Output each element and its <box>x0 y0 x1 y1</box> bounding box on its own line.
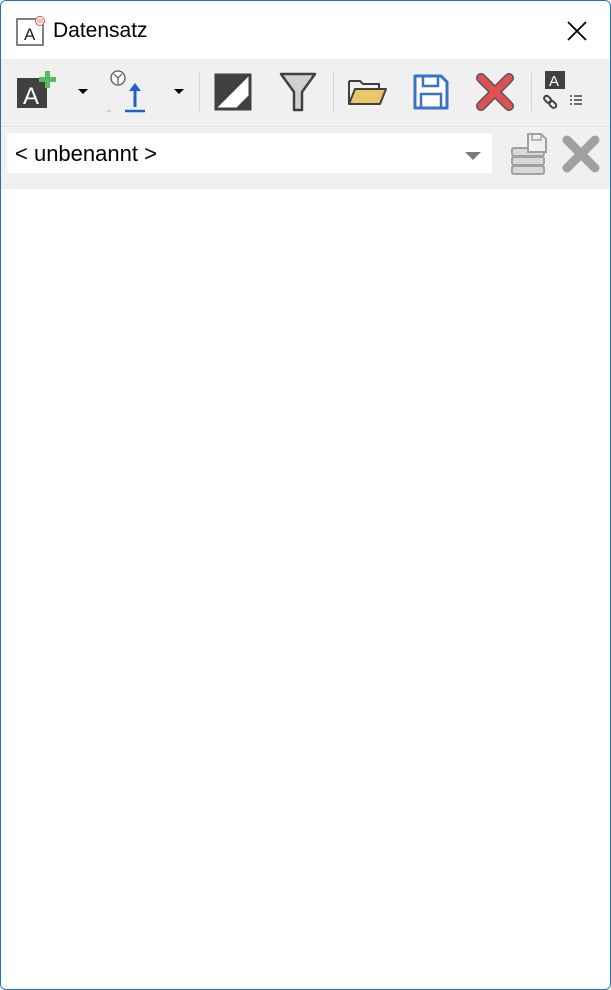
save-dataset-button[interactable] <box>506 131 550 177</box>
app-icon: A <box>16 16 46 46</box>
toolbar-separator <box>531 73 532 111</box>
delete-button[interactable] <box>473 67 517 117</box>
filter-button[interactable] <box>276 67 320 117</box>
dataset-window: A Datensatz A A < unbenannt > <box>0 0 611 990</box>
save-icon <box>413 74 449 110</box>
svg-text:A: A <box>23 83 39 110</box>
window-title: Datensatz <box>53 19 148 42</box>
contrast-button[interactable] <box>211 67 255 117</box>
toolbar-separator <box>199 73 200 111</box>
open-folder-icon <box>348 80 387 105</box>
remove-dataset-button[interactable] <box>559 131 603 177</box>
database-save-icon <box>511 133 547 175</box>
title-bar: A Datensatz <box>1 1 610 59</box>
chevron-down-icon <box>465 152 481 160</box>
save-button[interactable] <box>409 67 453 117</box>
toolbar-separator <box>333 73 334 111</box>
delete-icon <box>562 135 600 173</box>
dataset-bar: < unbenannt > <box>1 126 610 189</box>
close-icon <box>567 21 587 41</box>
filter-icon <box>279 72 317 112</box>
close-button[interactable] <box>555 9 599 53</box>
toolbar: A A <box>1 59 610 126</box>
dataset-select[interactable]: < unbenannt > <box>7 133 492 173</box>
import-button[interactable] <box>103 67 153 117</box>
svg-text:A: A <box>24 25 36 44</box>
import-upload-icon <box>107 70 145 113</box>
link-attributes-button[interactable]: A <box>539 67 589 117</box>
delete-icon <box>476 73 514 111</box>
add-attribute-dropdown-arrow[interactable] <box>78 89 88 94</box>
add-attribute-icon: A <box>17 71 56 110</box>
contrast-icon <box>214 73 252 111</box>
link-attributes-icon: A <box>543 71 582 109</box>
add-attribute-button[interactable]: A <box>13 67 59 117</box>
dataset-selected-value: < unbenannt > <box>15 141 157 166</box>
svg-text:A: A <box>549 73 559 90</box>
import-dropdown-arrow[interactable] <box>174 89 184 94</box>
open-button[interactable] <box>344 67 390 117</box>
dataset-content-area <box>1 189 610 989</box>
